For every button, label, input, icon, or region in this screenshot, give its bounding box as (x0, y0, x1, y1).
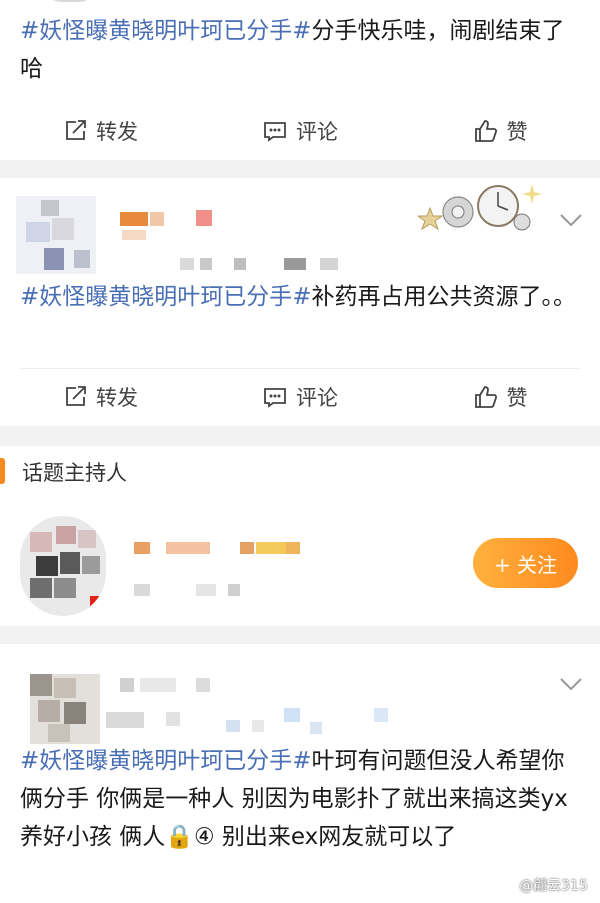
repost-button[interactable]: 转发 (0, 382, 200, 412)
decoration-badge-icon (418, 184, 542, 231)
action-bar: 转发 评论 赞 (0, 102, 600, 160)
post-card-1: #妖怪曝黄晓明叶珂已分手#分手快乐哇，闹剧结束了哈 转发 评论 赞 (0, 0, 600, 160)
post-card-3: #妖怪曝黄晓明叶珂已分手#叶珂有问题但没人希望你俩分手 你俩是一种人 别因为电影… (0, 644, 600, 903)
divider (20, 368, 580, 369)
topic-link[interactable]: #妖怪曝黄晓明叶珂已分手# (20, 284, 312, 310)
host-avatar[interactable] (20, 516, 106, 616)
repost-icon (66, 120, 86, 140)
topic-link[interactable]: #妖怪曝黄晓明叶珂已分手# (20, 748, 312, 774)
post-text: #妖怪曝黄晓明叶珂已分手#分手快乐哇，闹剧结束了哈 (20, 18, 565, 82)
comment-button[interactable]: 评论 (200, 382, 400, 412)
thumbs-up-icon (474, 120, 497, 142)
watermark: @翩云315 (519, 878, 588, 894)
like-button[interactable]: 赞 (400, 116, 600, 146)
avatar[interactable] (16, 196, 96, 274)
comment-icon (264, 122, 286, 142)
separator (0, 160, 600, 178)
separator (0, 426, 600, 446)
post-text: #妖怪曝黄晓明叶珂已分手#补药再占用公共资源了。。 (20, 284, 577, 310)
topic-link[interactable]: #妖怪曝黄晓明叶珂已分手# (20, 18, 312, 44)
repost-icon (66, 386, 86, 406)
like-button[interactable]: 赞 (400, 382, 600, 412)
avatar[interactable] (30, 674, 100, 744)
action-bar: 转发 评论 赞 (0, 368, 600, 426)
topic-host-header: 话题主持人 (0, 446, 600, 496)
avatar-partial[interactable] (40, 0, 100, 2)
post-text: #妖怪曝黄晓明叶珂已分手#叶珂有问题但没人希望你俩分手 你俩是一种人 别因为电影… (20, 748, 568, 850)
chevron-down-icon[interactable] (558, 676, 584, 692)
follow-button[interactable]: + 关注 (473, 538, 578, 588)
comment-button[interactable]: 评论 (200, 116, 400, 146)
comment-icon (264, 388, 286, 408)
accent-bar (0, 458, 5, 484)
separator (0, 626, 600, 644)
chevron-down-icon[interactable] (558, 212, 584, 228)
section-title: 话题主持人 (22, 461, 127, 485)
post-card-2: #妖怪曝黄晓明叶珂已分手#补药再占用公共资源了。。 转发 评论 赞 (0, 178, 600, 426)
repost-button[interactable]: 转发 (0, 116, 200, 146)
host-card: + 关注 (0, 496, 600, 626)
thumbs-up-icon (474, 386, 497, 408)
